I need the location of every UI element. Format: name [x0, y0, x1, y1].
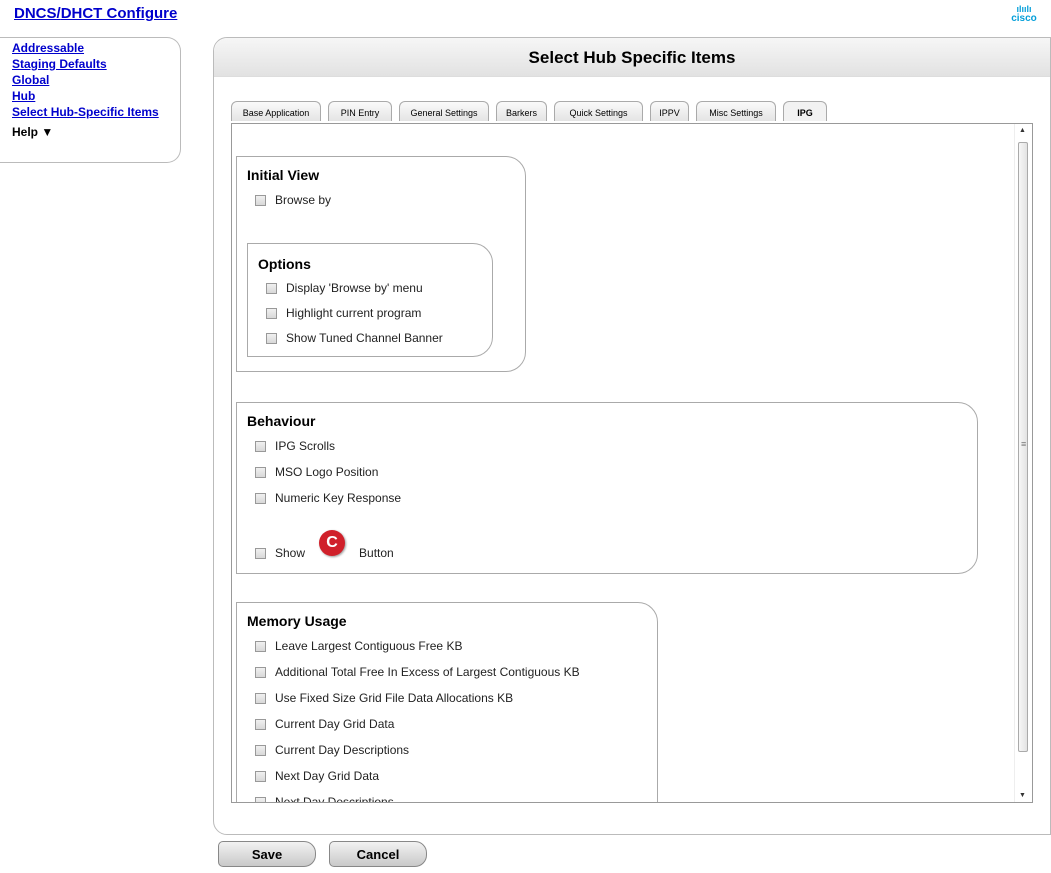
option-label: Current Day Descriptions [275, 743, 410, 757]
tab-pin-entry[interactable]: PIN Entry [328, 101, 392, 121]
sidebar-link[interactable]: Addressable [12, 41, 84, 55]
tab-general-settings[interactable]: General Settings [399, 101, 489, 121]
highlight-current-program-checkbox[interactable] [266, 307, 277, 319]
page-title: Select Hub Specific Items [528, 48, 736, 67]
option-label: Additional Total Free In Excess of Large… [275, 665, 580, 679]
sidebar-link[interactable]: Staging Defaults [12, 57, 107, 71]
cancel-button[interactable]: Cancel [329, 841, 427, 867]
options-group: Options Display 'Browse by' menu Highlig… [247, 243, 493, 357]
ipg-scrolls-checkbox[interactable] [255, 440, 266, 452]
display-browse-by-menu-checkbox[interactable] [266, 282, 277, 294]
next-day-grid-data-checkbox[interactable] [255, 770, 266, 782]
sidebar-item-hub[interactable]: Hub [12, 88, 180, 104]
option-label: IPG Scrolls [275, 439, 336, 453]
ipg-settings-panel: Initial View Browse by Options Display '… [231, 123, 1033, 803]
option-label: Show [275, 546, 306, 560]
tab-base-application[interactable]: Base Application [231, 101, 321, 121]
sidebar: Addressable Staging Defaults Global Hub … [0, 37, 181, 163]
main-panel: Select Hub Specific Items Base Applicati… [213, 37, 1051, 835]
memory-usage-heading: Memory Usage [247, 613, 347, 629]
browse-by-checkbox[interactable] [255, 194, 266, 206]
show-c-button-option[interactable]: Show C Button [255, 530, 394, 566]
current-day-grid-data-checkbox[interactable] [255, 718, 266, 730]
option-label: Next Day Descriptions [275, 795, 394, 803]
tab-quick-settings[interactable]: Quick Settings [554, 101, 643, 121]
option-item[interactable]: Additional Total Free In Excess of Large… [255, 665, 580, 679]
tab-barkers[interactable]: Barkers [496, 101, 547, 121]
option-label: Highlight current program [286, 306, 422, 320]
save-button[interactable]: Save [218, 841, 316, 867]
option-item[interactable]: Next Day Descriptions [255, 795, 394, 803]
fixed-size-grid-file-checkbox[interactable] [255, 692, 266, 704]
c-button-icon: C [319, 530, 346, 556]
tab-ipg[interactable]: IPG [783, 101, 827, 121]
sidebar-item-addressable[interactable]: Addressable [12, 40, 180, 56]
option-label: Browse by [275, 193, 332, 207]
sidebar-link[interactable]: Hub [12, 89, 35, 103]
app-title[interactable]: DNCS/DHCT Configure [14, 5, 177, 22]
sidebar-item-staging-defaults[interactable]: Staging Defaults [12, 56, 180, 72]
numeric-key-response-checkbox[interactable] [255, 492, 266, 504]
memory-usage-group: Memory Usage Leave Largest Contiguous Fr… [236, 602, 658, 803]
sidebar-link[interactable]: Global [12, 73, 49, 87]
behaviour-group: Behaviour IPG Scrolls MSO Logo Position … [236, 402, 978, 574]
show-c-button-checkbox[interactable] [255, 547, 266, 559]
option-label: Next Day Grid Data [275, 769, 380, 783]
option-item[interactable]: Next Day Grid Data [255, 769, 379, 783]
tab-ippv[interactable]: IPPV [650, 101, 689, 121]
tab-misc-settings[interactable]: Misc Settings [696, 101, 776, 121]
main-header: Select Hub Specific Items [214, 38, 1050, 77]
cisco-logo: ılıılı cisco [1007, 4, 1041, 24]
option-item[interactable]: Display 'Browse by' menu [266, 281, 423, 295]
option-label: Leave Largest Contiguous Free KB [275, 639, 463, 653]
option-item[interactable]: Current Day Descriptions [255, 743, 409, 757]
cisco-wordmark: cisco [1011, 13, 1037, 24]
vertical-scrollbar[interactable]: ▲ ≡ ▼ [1014, 124, 1032, 802]
grip-icon: ≡ [1021, 439, 1027, 449]
option-item[interactable]: IPG Scrolls [255, 439, 335, 453]
option-item[interactable]: Numeric Key Response [255, 491, 401, 505]
scroll-up-icon[interactable]: ▲ [1019, 127, 1026, 134]
dhct-configure-link[interactable]: DHCT Configure [61, 5, 178, 22]
current-day-descriptions-checkbox[interactable] [255, 744, 266, 756]
option-label: Use Fixed Size Grid File Data Allocation… [275, 691, 514, 705]
initial-view-heading: Initial View [247, 167, 320, 183]
sidebar-link[interactable]: Select Hub-Specific Items [12, 105, 159, 119]
option-item[interactable]: Leave Largest Contiguous Free KB [255, 639, 462, 653]
option-label: Button [359, 546, 394, 560]
show-tuned-channel-banner-checkbox[interactable] [266, 332, 277, 344]
dncs-link[interactable]: DNCS [14, 5, 57, 22]
browse-by-option[interactable]: Browse by [255, 193, 331, 207]
option-label: Display 'Browse by' menu [286, 281, 423, 295]
option-item[interactable]: Current Day Grid Data [255, 717, 394, 731]
behaviour-heading: Behaviour [247, 413, 316, 429]
next-day-descriptions-checkbox[interactable] [255, 796, 266, 802]
option-item[interactable]: Highlight current program [266, 306, 421, 320]
option-label: MSO Logo Position [275, 465, 379, 479]
help-menu[interactable]: Help ▼ [0, 124, 180, 140]
mso-logo-position-checkbox[interactable] [255, 466, 266, 478]
option-item[interactable]: Use Fixed Size Grid File Data Allocation… [255, 691, 513, 705]
scrollbar-thumb[interactable]: ≡ [1018, 142, 1028, 752]
option-label: Current Day Grid Data [275, 717, 395, 731]
additional-total-free-checkbox[interactable] [255, 666, 266, 678]
sidebar-item-global[interactable]: Global [12, 72, 180, 88]
option-item[interactable]: MSO Logo Position [255, 465, 378, 479]
sidebar-item-select-hub-specific-items[interactable]: Select Hub-Specific Items [12, 104, 180, 120]
option-item[interactable]: Show Tuned Channel Banner [266, 331, 443, 345]
scroll-down-icon[interactable]: ▼ [1019, 792, 1026, 799]
option-label: Show Tuned Channel Banner [286, 331, 443, 345]
option-label: Numeric Key Response [275, 491, 402, 505]
leave-largest-contiguous-free-checkbox[interactable] [255, 640, 266, 652]
options-heading: Options [258, 256, 311, 272]
initial-view-group: Initial View Browse by Options Display '… [236, 156, 526, 372]
